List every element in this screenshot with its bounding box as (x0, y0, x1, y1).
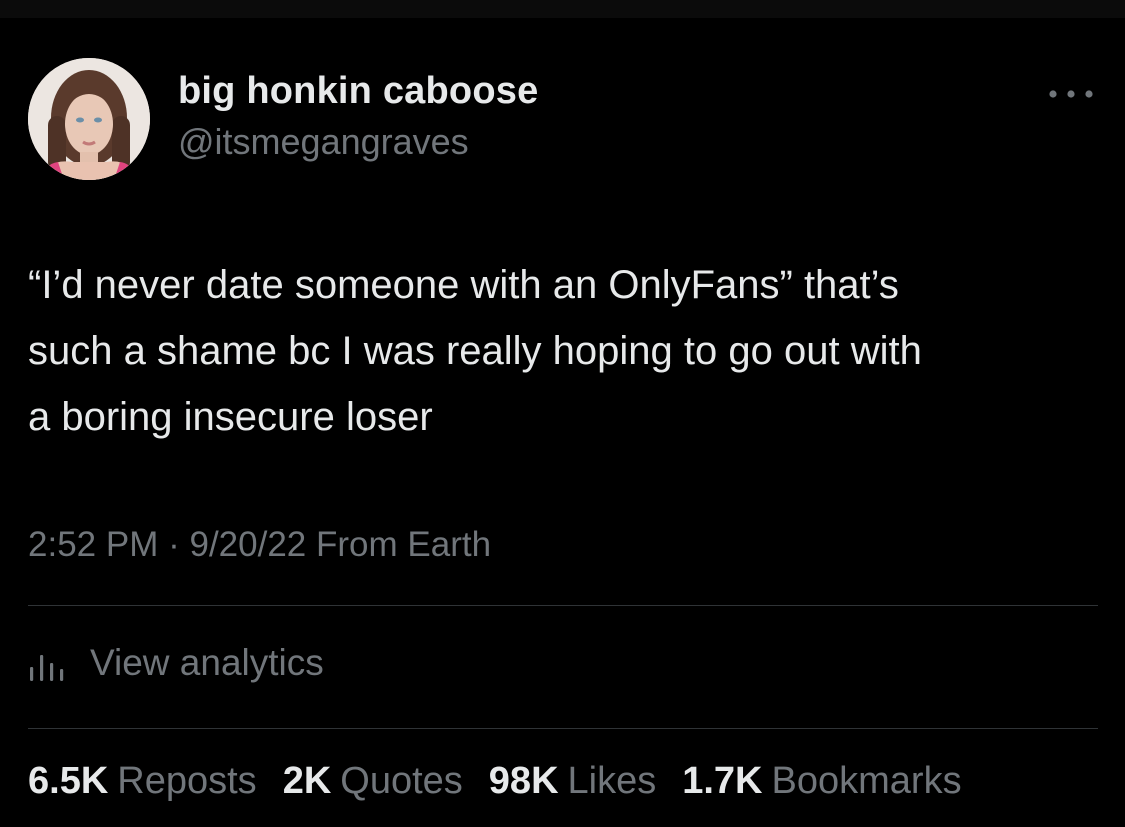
reposts-count: 6.5K (28, 760, 109, 802)
view-analytics-button[interactable]: View analytics (28, 640, 324, 686)
more-dots-icon[interactable] (1046, 84, 1096, 104)
likes-count: 98K (488, 760, 559, 802)
likes-stat[interactable]: 98K Likes (489, 760, 656, 803)
quotes-label: Quotes (340, 760, 463, 802)
tweet-source: From Earth (316, 525, 492, 564)
analytics-bars-icon (30, 655, 64, 681)
analytics-label: View analytics (90, 642, 324, 683)
reposts-label: Reposts (117, 760, 257, 802)
bookmarks-label: Bookmarks (771, 760, 962, 802)
display-name[interactable]: big honkin caboose (178, 70, 538, 113)
quotes-stat[interactable]: 2K Quotes (283, 760, 463, 803)
avatar-photo (28, 58, 150, 180)
meta-separator: · (168, 525, 180, 564)
top-strip (0, 0, 1125, 18)
likes-label: Likes (567, 760, 657, 802)
tweet-text: “I’d never date someone with an OnlyFans… (28, 263, 922, 439)
tweet-date[interactable]: 9/20/22 (189, 525, 306, 564)
engagement-stats: 6.5K Reposts 2K Quotes 98K Likes 1.7K Bookma… (28, 760, 962, 803)
author-handle[interactable]: @itsmegangraves (178, 121, 469, 163)
divider (28, 728, 1098, 729)
bookmarks-count: 1.7K (682, 760, 763, 802)
tweet-meta: 2:52 PM · 9/20/22 From Earth (28, 525, 491, 565)
tweet-time[interactable]: 2:52 PM (28, 525, 158, 564)
divider (28, 605, 1098, 606)
reposts-stat[interactable]: 6.5K Reposts (28, 760, 257, 803)
avatar[interactable] (28, 58, 150, 180)
bookmarks-stat[interactable]: 1.7K Bookmarks (682, 760, 961, 803)
quotes-count: 2K (282, 760, 332, 802)
